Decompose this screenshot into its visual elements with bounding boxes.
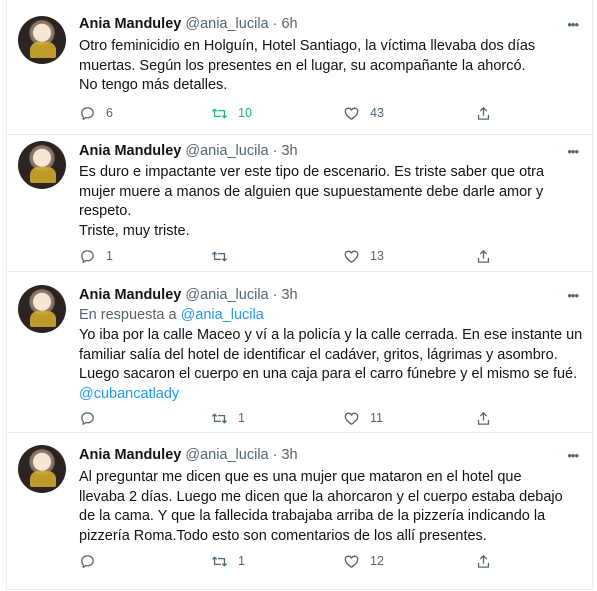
tweet-time[interactable]: · 3h (273, 447, 298, 463)
avatar[interactable] (18, 445, 66, 493)
tweet-line: pizzería Roma.Todo esto son comentarios … (79, 527, 487, 544)
tweet-actions: 1 13 (79, 246, 509, 266)
reply-button[interactable] (79, 408, 106, 428)
reply-context: En respuesta a @ania_lucila (79, 306, 264, 324)
like-count: 43 (370, 106, 384, 120)
tweet-text: Es duro e impactante ver este tipo de es… (79, 163, 585, 241)
tweet-line: de la cama. Y que la fallecida trabajaba… (79, 508, 546, 524)
heart-icon (344, 412, 359, 425)
like-button[interactable]: 43 (343, 103, 384, 123)
tweet[interactable]: Ania Manduley @ania_lucila · 3h ••• Al p… (7, 433, 592, 589)
retweet-button[interactable]: 1 (211, 551, 245, 571)
reply-prefix: En respuesta a (79, 307, 177, 323)
tweet-line: Yo iba por la calle Maceo y ví a la poli… (79, 327, 583, 343)
share-icon (477, 554, 490, 568)
author-name[interactable]: Ania Manduley (79, 143, 181, 159)
tweet-line: respeto. (79, 203, 132, 219)
reply-count: 1 (106, 249, 113, 263)
share-icon (477, 106, 490, 120)
share-button[interactable] (475, 551, 492, 571)
share-button[interactable] (475, 408, 492, 428)
tweet-header: Ania Manduley @ania_lucila · 3h (79, 142, 298, 160)
share-icon (477, 249, 490, 263)
author-name[interactable]: Ania Manduley (79, 287, 181, 303)
tweet-header: Ania Manduley @ania_lucila · 3h (79, 446, 298, 464)
tweet-time[interactable]: · 3h (273, 287, 298, 303)
retweet-icon (211, 412, 228, 424)
more-options-icon[interactable]: ••• (567, 288, 579, 303)
like-count: 13 (370, 249, 384, 263)
author-handle[interactable]: @ania_lucila (185, 16, 268, 32)
more-options-icon[interactable]: ••• (567, 144, 579, 159)
retweet-count: 1 (238, 411, 245, 425)
tweet-line: No tengo más detalles. (79, 77, 228, 93)
tweet-header: Ania Manduley @ania_lucila · 3h (79, 286, 298, 304)
tweet-actions: 1 12 (79, 551, 509, 571)
share-button[interactable] (475, 103, 492, 123)
share-button[interactable] (475, 246, 492, 266)
tweet-text: Al preguntar me dicen que es una mujer q… (79, 468, 585, 546)
tweet[interactable]: Ania Manduley @ania_lucila · 3h ••• En r… (7, 272, 592, 432)
reply-button[interactable] (79, 551, 106, 571)
author-handle[interactable]: @ania_lucila (185, 447, 268, 463)
tweet-line: muertas. Según los presentes en el lugar… (79, 57, 526, 74)
reply-button[interactable]: 1 (79, 246, 113, 266)
like-button[interactable]: 13 (343, 246, 384, 266)
more-options-icon[interactable]: ••• (567, 448, 579, 463)
mention-link[interactable]: @cubancatlady (79, 385, 585, 405)
tweet-line: Es duro e impactante ver este tipo de es… (79, 164, 545, 180)
avatar[interactable] (18, 141, 66, 189)
tweet-line: mujer muere a manos de alguien que supue… (79, 183, 544, 200)
tweet-line: Luego sacaron el cuerpo en una caja para… (79, 366, 578, 382)
reply-to-link[interactable]: @ania_lucila (181, 307, 264, 323)
reply-icon (81, 106, 94, 120)
tweet-time[interactable]: · 3h (273, 143, 298, 159)
more-options-icon[interactable]: ••• (567, 17, 579, 32)
like-button[interactable]: 12 (343, 551, 384, 571)
retweet-icon (211, 555, 228, 567)
tweet[interactable]: Ania Manduley @ania_lucila · 6h ••• Otro… (7, 0, 592, 134)
heart-icon (344, 555, 359, 568)
tweet-line: Otro feminicidio en Holguín, Hotel Santi… (79, 38, 536, 54)
author-handle[interactable]: @ania_lucila (185, 287, 268, 303)
retweet-count: 1 (238, 554, 245, 568)
avatar[interactable] (18, 16, 66, 64)
tweet-text: Yo iba por la calle Maceo y ví a la poli… (79, 326, 585, 404)
heart-icon (344, 250, 359, 263)
retweet-icon (211, 250, 228, 262)
author-handle[interactable]: @ania_lucila (185, 143, 268, 159)
tweet-line: familiar salía del hotel de identificar … (79, 346, 558, 363)
reply-icon (81, 554, 94, 568)
tweet-line: Al preguntar me dicen que es una mujer q… (79, 469, 522, 485)
avatar[interactable] (18, 285, 66, 333)
tweet-header: Ania Manduley @ania_lucila · 6h (79, 15, 298, 33)
reply-count: 6 (106, 106, 113, 120)
reply-button[interactable]: 6 (79, 103, 113, 123)
tweet-line: Triste, muy triste. (79, 222, 190, 239)
retweet-button[interactable]: 10 (211, 103, 252, 123)
tweet-time[interactable]: · 6h (273, 16, 298, 32)
reply-icon (81, 249, 94, 263)
like-button[interactable]: 11 (343, 408, 383, 428)
tweet-line: llevaba 2 días. Luego me dicen que la ah… (79, 488, 563, 505)
like-count: 12 (370, 554, 384, 568)
tweet-thread: Ania Manduley @ania_lucila · 6h ••• Otro… (6, 0, 593, 590)
heart-icon (344, 107, 359, 120)
author-name[interactable]: Ania Manduley (79, 16, 181, 32)
like-count: 11 (370, 411, 383, 425)
share-icon (477, 411, 490, 425)
retweet-button[interactable]: 1 (211, 408, 245, 428)
tweet[interactable]: Ania Manduley @ania_lucila · 3h ••• Es d… (7, 135, 592, 271)
retweet-icon (211, 107, 228, 119)
tweet-actions: 1 11 (79, 408, 509, 428)
tweet-actions: 6 10 43 (79, 103, 509, 123)
retweet-count: 10 (238, 106, 252, 120)
author-name[interactable]: Ania Manduley (79, 447, 181, 463)
retweet-button[interactable] (211, 246, 238, 266)
reply-icon (81, 411, 94, 425)
tweet-text: Otro feminicidio en Holguín, Hotel Santi… (79, 37, 585, 96)
